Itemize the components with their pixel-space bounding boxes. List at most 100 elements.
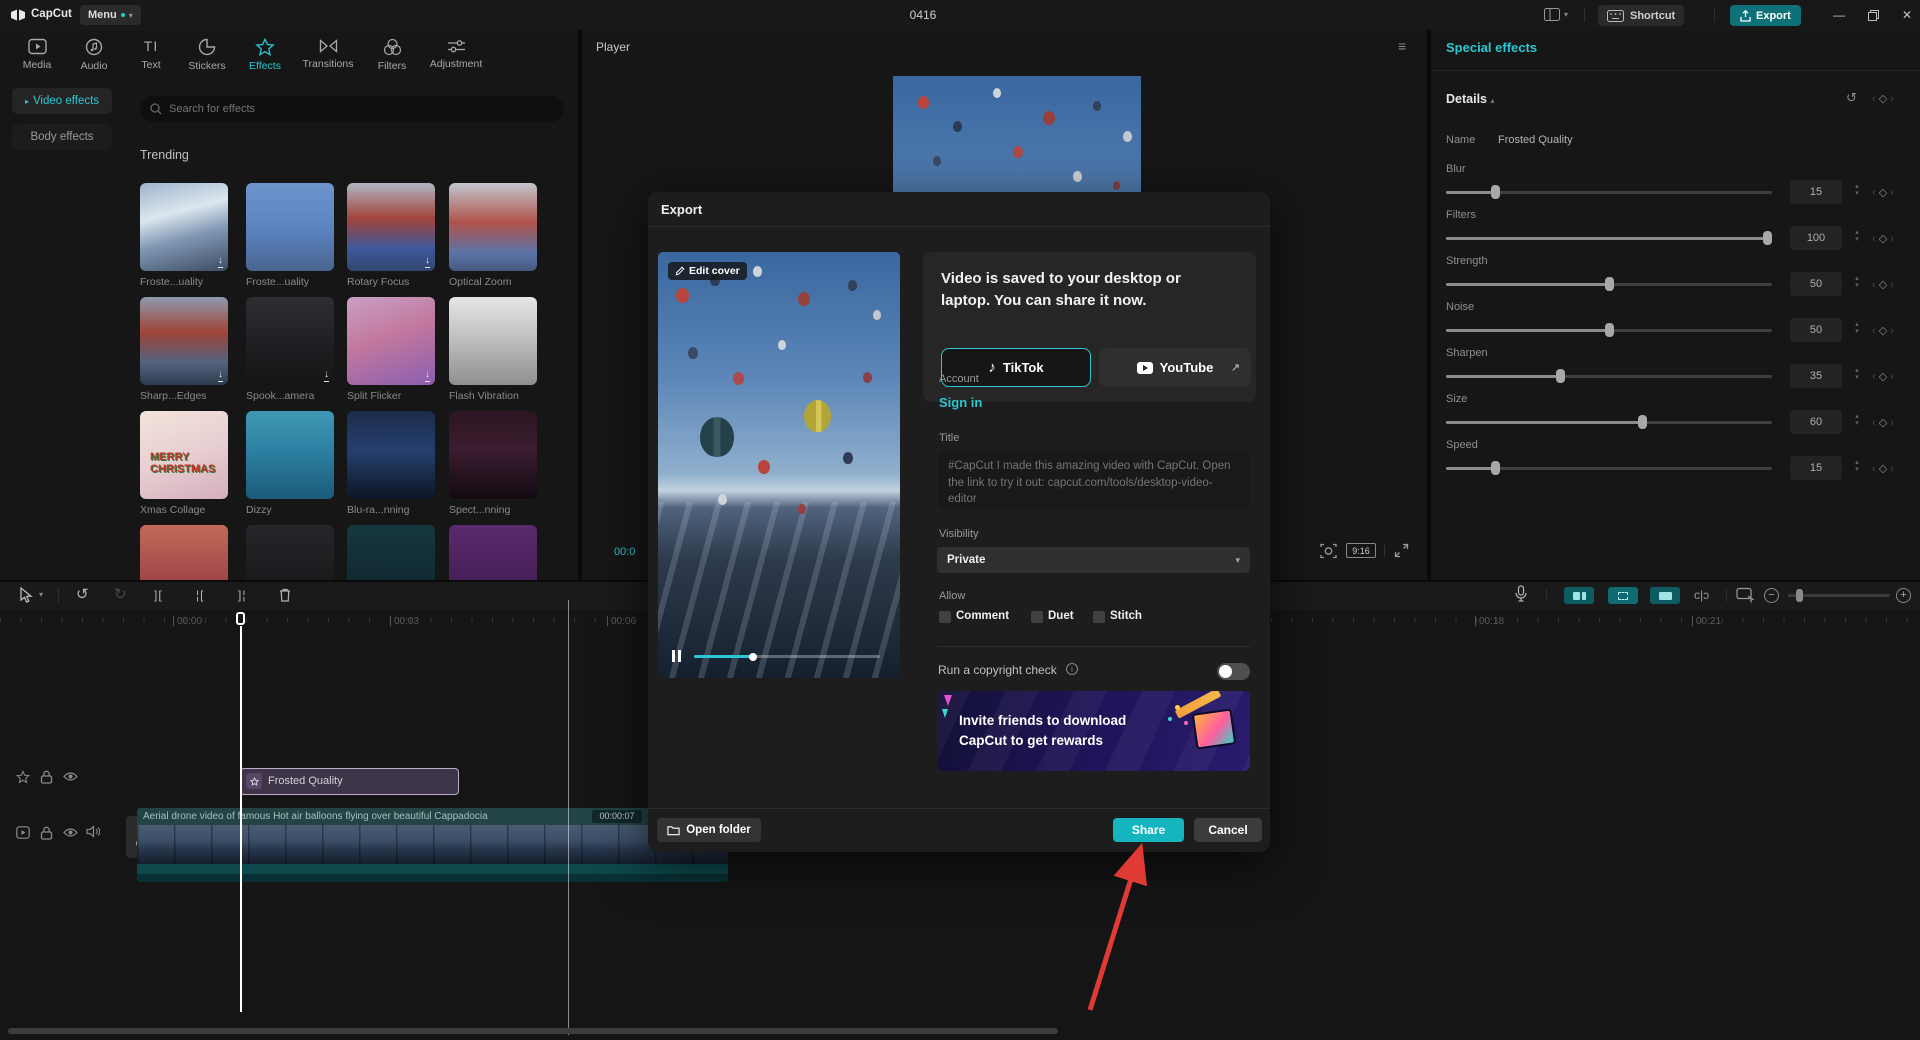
stepper[interactable]: ▴▾ — [1850, 367, 1864, 381]
slider-knob[interactable] — [1763, 231, 1772, 245]
open-folder-button[interactable]: Open folder — [657, 818, 761, 842]
reset-icon[interactable]: ↺ — [1846, 90, 1857, 106]
slider-value-speed[interactable]: 15 — [1790, 456, 1842, 480]
cover-progress-bar[interactable] — [694, 655, 880, 658]
auto-remove-tool-icon[interactable] — [1564, 587, 1594, 604]
keyframe-control[interactable]: ‹ ◇ › — [1872, 416, 1894, 429]
link-tool-icon[interactable] — [1650, 587, 1680, 604]
tab-transitions[interactable]: Transitions — [298, 38, 358, 70]
effect-card[interactable]: Spect...nning — [449, 411, 537, 499]
slider-knob[interactable] — [1605, 323, 1614, 337]
stepper[interactable]: ▴▾ — [1850, 413, 1864, 427]
layout-chevron-icon[interactable]: ▾ — [1564, 10, 1568, 19]
stepper[interactable]: ▴▾ — [1850, 459, 1864, 473]
menu-button[interactable]: Menu ▾ — [80, 5, 141, 25]
keyframe-control[interactable]: ‹ ◇ › — [1872, 278, 1894, 291]
copyright-toggle[interactable] — [1217, 663, 1250, 680]
stepper[interactable]: ▴▾ — [1850, 321, 1864, 335]
slider-filters[interactable] — [1446, 237, 1772, 240]
eye-icon[interactable] — [63, 771, 78, 782]
effect-card[interactable]: Froste...uality — [246, 183, 334, 271]
keyframe-control[interactable]: ‹ ◇ › — [1872, 232, 1894, 245]
effect-card[interactable]: ↓ Rotary Focus — [347, 183, 435, 271]
visibility-dropdown[interactable]: Private ▾ — [937, 547, 1250, 573]
preview-quality-icon[interactable] — [1320, 543, 1337, 559]
delete-left-icon[interactable]: ¦[ — [196, 588, 204, 602]
tab-stickers[interactable]: Stickers — [177, 38, 237, 72]
select-tool-chevron-icon[interactable]: ▾ — [39, 590, 43, 599]
lock-icon[interactable] — [40, 826, 53, 840]
effect-card[interactable] — [347, 525, 435, 580]
slider-sharpen[interactable] — [1446, 375, 1772, 378]
pause-icon[interactable] — [672, 650, 675, 662]
effect-card[interactable]: MERRYCHRISTMAS Xmas Collage — [140, 411, 228, 499]
trash-icon[interactable] — [278, 587, 292, 603]
keyframe-control[interactable]: ‹ ◇ › — [1872, 370, 1894, 383]
category-video-effects[interactable]: ▸ Video effects — [12, 88, 112, 114]
slider-value-size[interactable]: 60 — [1790, 410, 1842, 434]
split-icon[interactable]: ][ — [154, 588, 163, 602]
tab-text[interactable]: TI Text — [121, 38, 181, 71]
keyframe-control[interactable]: ‹ ◇ › — [1872, 324, 1894, 337]
tab-filters[interactable]: Filters — [362, 38, 422, 72]
stepper[interactable]: ▴▾ — [1850, 183, 1864, 197]
playhead-handle[interactable] — [236, 612, 245, 625]
edit-cover-button[interactable]: Edit cover — [668, 262, 747, 280]
slider-knob[interactable] — [1491, 185, 1500, 199]
effect-card[interactable]: Flash Vibration — [449, 297, 537, 385]
export-button[interactable]: Export — [1730, 5, 1801, 26]
video-clip[interactable]: Aerial drone video of famous Hot air bal… — [137, 808, 728, 882]
effect-card[interactable]: ↓ Split Flicker — [347, 297, 435, 385]
timeline-scrollbar[interactable] — [8, 1028, 1058, 1034]
slider-strength[interactable] — [1446, 283, 1772, 286]
slider-value-sharpen[interactable]: 35 — [1790, 364, 1842, 388]
invite-banner[interactable]: Invite friends to download CapCut to get… — [937, 691, 1250, 771]
effect-card[interactable] — [246, 525, 334, 580]
slider-knob[interactable] — [1605, 277, 1614, 291]
lock-icon[interactable] — [40, 770, 53, 784]
progress-knob[interactable] — [749, 653, 757, 661]
tab-audio[interactable]: Audio — [64, 38, 124, 72]
split-preview-icon[interactable]: c|ɔ — [1694, 588, 1709, 602]
youtube-share-button[interactable]: YouTube ↗ — [1099, 348, 1251, 387]
effect-card[interactable]: Optical Zoom — [449, 183, 537, 271]
select-tool-icon[interactable] — [18, 587, 33, 603]
stepper[interactable]: ▴▾ — [1850, 275, 1864, 289]
cover-preview[interactable]: Edit cover — [658, 252, 900, 678]
maximize-button[interactable] — [1858, 0, 1888, 30]
stitch-checkbox[interactable] — [1093, 611, 1105, 623]
effect-card[interactable]: ↓ Sharp...Edges — [140, 297, 228, 385]
pause-icon-bar2[interactable] — [678, 650, 681, 662]
slider-value-strength[interactable]: 50 — [1790, 272, 1842, 296]
keyframe-control[interactable]: ‹ ◇ › — [1872, 462, 1894, 475]
slider-noise[interactable] — [1446, 329, 1772, 332]
close-button[interactable]: ✕ — [1892, 0, 1920, 30]
slider-knob[interactable] — [1638, 415, 1647, 429]
slider-value-filters[interactable]: 100 — [1790, 226, 1842, 250]
slider-knob[interactable] — [1556, 369, 1565, 383]
slider-speed[interactable] — [1446, 467, 1772, 470]
cancel-button[interactable]: Cancel — [1194, 818, 1262, 842]
shortcut-button[interactable]: Shortcut — [1598, 5, 1684, 26]
playhead-line[interactable] — [240, 626, 242, 1012]
undo-icon[interactable]: ↺ — [76, 585, 89, 603]
tab-adjustment[interactable]: Adjustment — [421, 38, 491, 70]
microphone-icon[interactable] — [1514, 585, 1528, 604]
keyframe-control[interactable]: ‹ ◇ › — [1872, 186, 1894, 199]
zoom-in-icon[interactable]: + — [1896, 588, 1911, 603]
effect-card[interactable]: ↓ Spook...amera — [246, 297, 334, 385]
slider-knob[interactable] — [1491, 461, 1500, 475]
effect-clip-frosted-quality[interactable]: Frosted Quality — [240, 768, 459, 795]
duet-checkbox[interactable] — [1031, 611, 1043, 623]
zoom-slider-knob[interactable] — [1796, 589, 1803, 602]
search-input[interactable] — [169, 103, 549, 115]
slider-value-noise[interactable]: 50 — [1790, 318, 1842, 342]
effect-card[interactable]: Blu-ra...nning — [347, 411, 435, 499]
effect-card[interactable]: ↓ Froste...uality — [140, 183, 228, 271]
smart-tool-icon[interactable] — [1608, 587, 1638, 604]
share-button[interactable]: Share — [1113, 818, 1184, 842]
effect-card[interactable] — [449, 525, 537, 580]
layout-panels-icon[interactable] — [1544, 8, 1560, 21]
category-body-effects[interactable]: Body effects — [12, 124, 112, 150]
minimize-button[interactable]: — — [1824, 0, 1854, 30]
